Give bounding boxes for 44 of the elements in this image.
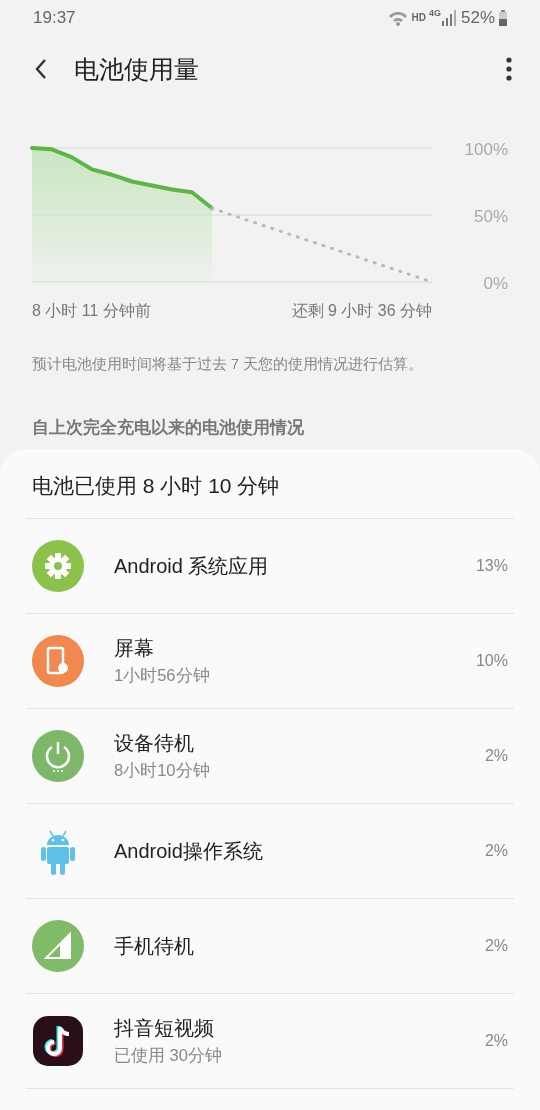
usage-summary: 电池已使用 8 小时 10 分钟 [26, 449, 514, 519]
usage-item[interactable]: 设备待机 8小时10分钟 2% [26, 709, 514, 804]
usage-item[interactable]: 屏幕 1小时56分钟 10% [26, 614, 514, 709]
axis-label: 还剩 9 小时 36 分钟 [291, 302, 432, 319]
clock-time: 19:37 [33, 7, 76, 28]
usage-item[interactable]: Android 系统应用 13% [26, 519, 514, 614]
estimate-note: 预计电池使用时间将基于过去 7 天您的使用情况进行估算。 [32, 355, 425, 374]
axis-label: 100% [464, 140, 508, 159]
item-detail: 已使用 30分钟 [114, 1045, 223, 1066]
axis-label: 50% [473, 207, 508, 226]
signal-icon [32, 920, 84, 972]
usage-percent: 2% [484, 842, 508, 860]
axis-label: 8 小时 11 分钟前 [32, 302, 151, 319]
usage-percent: 2% [484, 1032, 508, 1050]
page-title: 电池使用量 [74, 53, 200, 85]
section-header: 自上次完全充电以来的电池使用情况 [32, 417, 305, 439]
battery-icon [499, 9, 507, 26]
item-name: Android操作系统 [114, 838, 264, 864]
usage-item[interactable]: 手机待机 2% [26, 899, 514, 994]
item-name: 手机待机 [114, 933, 195, 959]
usage-percent: 13% [475, 557, 508, 575]
item-name: 设备待机 [114, 731, 195, 756]
usage-percent: 2% [484, 937, 508, 955]
gear-icon [32, 540, 84, 592]
music-note-icon [32, 1015, 84, 1067]
usage-percent: 2% [484, 747, 508, 765]
battery-percent: 52% [460, 7, 495, 28]
network-label: 4G [428, 8, 441, 18]
axis-label: 0% [483, 274, 508, 293]
usage-item[interactable]: Android操作系统 2% [26, 804, 514, 899]
item-name: 抖音短视频 [114, 1016, 215, 1041]
wifi-icon [387, 9, 408, 26]
item-name: 屏幕 [114, 636, 155, 661]
item-detail: 8小时10分钟 [114, 760, 211, 781]
item-name: Android 系统应用 [114, 553, 270, 579]
signal-icon [440, 9, 456, 26]
power-icon [32, 730, 84, 782]
phone-brightness-icon [32, 635, 84, 687]
usage-item[interactable]: 抖音短视频 已使用 30分钟 2% [26, 994, 514, 1089]
item-detail: 1小时56分钟 [114, 665, 211, 686]
back-icon [34, 58, 48, 80]
usage-percent: 10% [475, 652, 508, 670]
more-icon [506, 57, 512, 81]
hd-label: HD [411, 12, 426, 23]
